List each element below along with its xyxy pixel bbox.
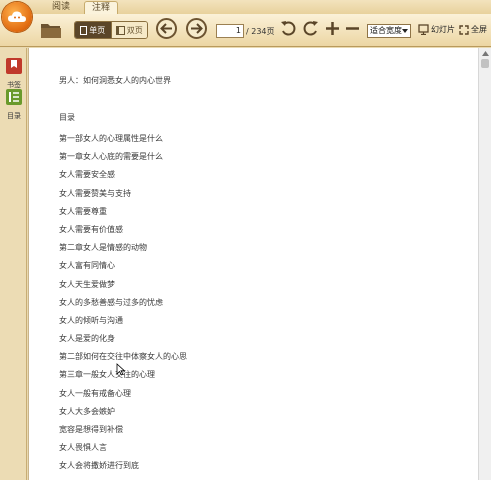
- toc-item: 女人需要有价值感: [59, 224, 123, 234]
- scroll-up-button[interactable]: [479, 48, 491, 58]
- toc-item: 女人富有同情心: [59, 261, 115, 271]
- slideshow-button[interactable]: 幻灯片: [418, 24, 455, 35]
- rotate-left-button[interactable]: [280, 20, 297, 41]
- tab-read[interactable]: 阅读: [44, 1, 78, 14]
- chevron-down-icon: [402, 29, 408, 33]
- folder-icon: [41, 24, 61, 38]
- vertical-scrollbar[interactable]: [478, 48, 491, 480]
- zoom-value: 适合宽度: [370, 26, 402, 35]
- document-page[interactable]: 男人：如何洞悉女人的内心世界 目录 第一部女人的心理属性是什么 第一章女人心底的…: [28, 48, 478, 480]
- chevron-up-icon: [481, 50, 489, 56]
- rotate-right-button[interactable]: [302, 20, 319, 41]
- fullscreen-button[interactable]: 全屏: [459, 24, 487, 35]
- toc-list: 第一部女人的心理属性是什么 第一章女人心底的需要是什么 女人需要安全感 女人需要…: [59, 130, 187, 476]
- single-page-label: 单页: [89, 25, 106, 35]
- zoom-in-button[interactable]: [325, 20, 340, 41]
- single-page-button[interactable]: 单页: [75, 22, 111, 38]
- rotate-ccw-icon: [281, 21, 296, 36]
- toc-item: 第一章女人心底的需要是什么: [59, 152, 163, 162]
- minus-icon: [346, 27, 359, 30]
- toc-item: 女人是爱的化身: [59, 334, 115, 344]
- plus-icon: [326, 22, 339, 35]
- single-page-icon: [80, 25, 88, 35]
- page-number-input[interactable]: 1: [216, 24, 244, 38]
- toc-item: 第二章女人是情感的动物: [59, 243, 147, 253]
- rotate-cw-icon: [303, 21, 318, 36]
- toc-item: 女人需要尊重: [59, 206, 107, 216]
- double-page-button[interactable]: 双页: [110, 22, 147, 38]
- toc-item: 女人的倾听与沟通: [59, 315, 123, 325]
- previous-page-button[interactable]: [156, 18, 177, 39]
- toc-icon: [6, 89, 22, 105]
- toc-item: 女人需要赞美与支持: [59, 188, 131, 198]
- slideshow-icon: [418, 24, 429, 35]
- bookmark-icon: [6, 58, 22, 74]
- cloud-logo-icon: [8, 11, 26, 22]
- toc-item: 女人会将撒娇进行到底: [59, 461, 139, 471]
- zoom-select[interactable]: 适合宽度: [367, 24, 411, 38]
- page-view-toggle: 单页 双页: [74, 21, 148, 39]
- toc-item: 女人天生爱做梦: [59, 279, 115, 289]
- double-page-label: 双页: [126, 25, 143, 35]
- toc-item: 女人的多愁善感与过多的忧虑: [59, 297, 163, 307]
- page-total: / 234页: [246, 27, 275, 36]
- zoom-out-button[interactable]: [345, 20, 360, 41]
- sidebar-item-bookmarks[interactable]: 书签: [3, 57, 25, 90]
- double-page-icon: [115, 25, 125, 35]
- toc-item: 女人畏惧人言: [59, 443, 107, 453]
- tab-annotate[interactable]: 注释: [84, 1, 118, 14]
- app-logo[interactable]: [2, 2, 32, 32]
- toc-item: 宽容是想得到补偿: [59, 425, 123, 434]
- toc-item: 女人大多会嫉妒: [59, 406, 115, 416]
- mouse-cursor-icon: [116, 361, 126, 380]
- document-title: 男人：如何洞悉女人的内心世界: [59, 76, 171, 85]
- arrow-left-icon: [160, 23, 172, 34]
- fullscreen-icon: [459, 24, 469, 35]
- toc-heading: 目录: [59, 113, 75, 122]
- toc-item: 第一部女人的心理属性是什么: [59, 134, 163, 143]
- slideshow-label: 幻灯片: [431, 25, 455, 34]
- fullscreen-label: 全屏: [471, 25, 487, 34]
- scrollbar-thumb[interactable]: [481, 59, 489, 68]
- sidebar-item-label: 目录: [7, 112, 21, 120]
- next-page-button[interactable]: [186, 18, 207, 39]
- toc-item: 女人一般有戒备心理: [59, 388, 131, 398]
- toc-item: 女人需要安全感: [59, 170, 115, 180]
- open-file-button[interactable]: [40, 21, 62, 43]
- sidebar-item-toc[interactable]: 目录: [3, 88, 25, 121]
- tab-bar: 阅读 注释: [0, 0, 491, 14]
- left-sidebar: 书签 目录: [0, 48, 27, 480]
- arrow-right-icon: [191, 23, 203, 34]
